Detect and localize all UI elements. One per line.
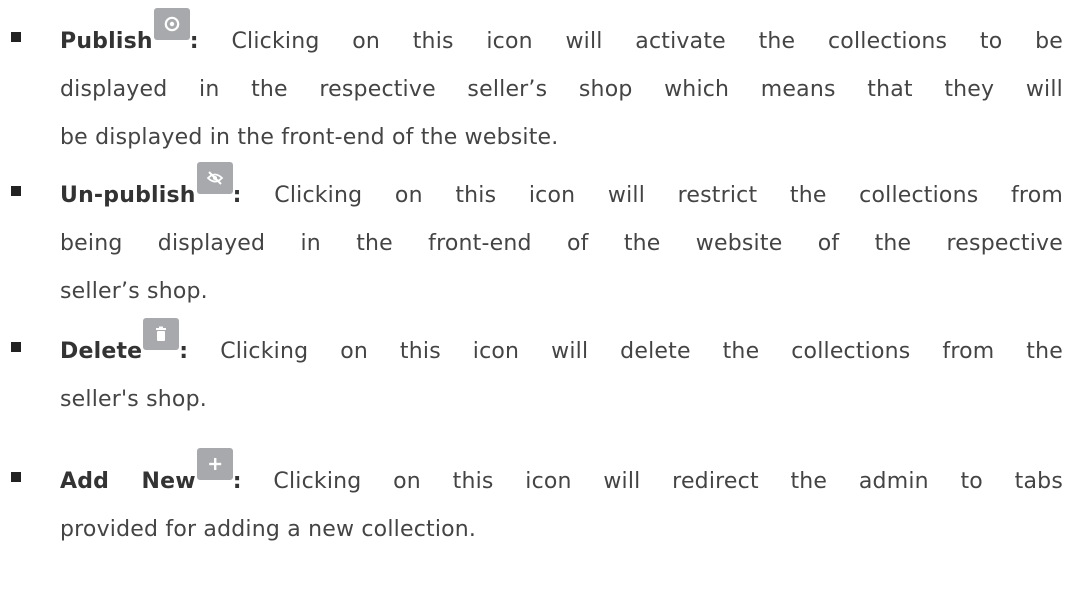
term-label: Delete: [60, 339, 143, 364]
term-colon: :: [189, 29, 199, 54]
list-item-text: Publish: Clicking on this icon will acti…: [60, 8, 1063, 162]
term-colon: :: [232, 183, 242, 208]
trash-icon: [143, 318, 180, 350]
term-label: Add New: [60, 469, 196, 494]
eye-slash-icon: [196, 162, 233, 194]
list-bullet: [11, 472, 21, 482]
eye-icon: [153, 8, 190, 40]
description-line: be displayed in the front-end of the web…: [60, 125, 559, 150]
description-line: Clicking on this icon will delete the co…: [220, 339, 1063, 364]
term-colon: :: [179, 339, 189, 364]
list-item-text: Add New: Clicking on this icon will redi…: [60, 448, 1063, 554]
list-item-line: Delete: Clicking on this icon will delet…: [60, 318, 1063, 376]
list-item-text: Delete: Clicking on this icon will delet…: [60, 318, 1063, 424]
list-item-text: Un-publish: Clicking on this icon will r…: [60, 162, 1063, 316]
description-line: seller’s shop.: [60, 279, 208, 304]
description-line: Clicking on this icon will activate the …: [231, 29, 1063, 54]
description-line: Clicking on this icon will redirect the …: [273, 469, 1063, 494]
list-bullet: [11, 32, 21, 42]
term-colon: :: [232, 469, 242, 494]
description-line: provided for adding a new collection.: [60, 517, 477, 542]
description-line: displayed in the respective seller’s sho…: [60, 77, 1063, 102]
list-item-line: Un-publish: Clicking on this icon will r…: [60, 162, 1063, 220]
list-bullet: [11, 342, 21, 352]
description-line: seller's shop.: [60, 387, 207, 412]
list-bullet: [11, 186, 21, 196]
list-item-line: Publish: Clicking on this icon will acti…: [60, 8, 1063, 66]
term-label: Publish: [60, 29, 153, 54]
plus-icon: [196, 448, 233, 480]
list-item-line: Add New: Clicking on this icon will redi…: [60, 448, 1063, 506]
description-line: Clicking on this icon will restrict the …: [274, 183, 1063, 208]
term-label: Un-publish: [60, 183, 196, 208]
description-line: being displayed in the front-end of the …: [60, 231, 1063, 256]
